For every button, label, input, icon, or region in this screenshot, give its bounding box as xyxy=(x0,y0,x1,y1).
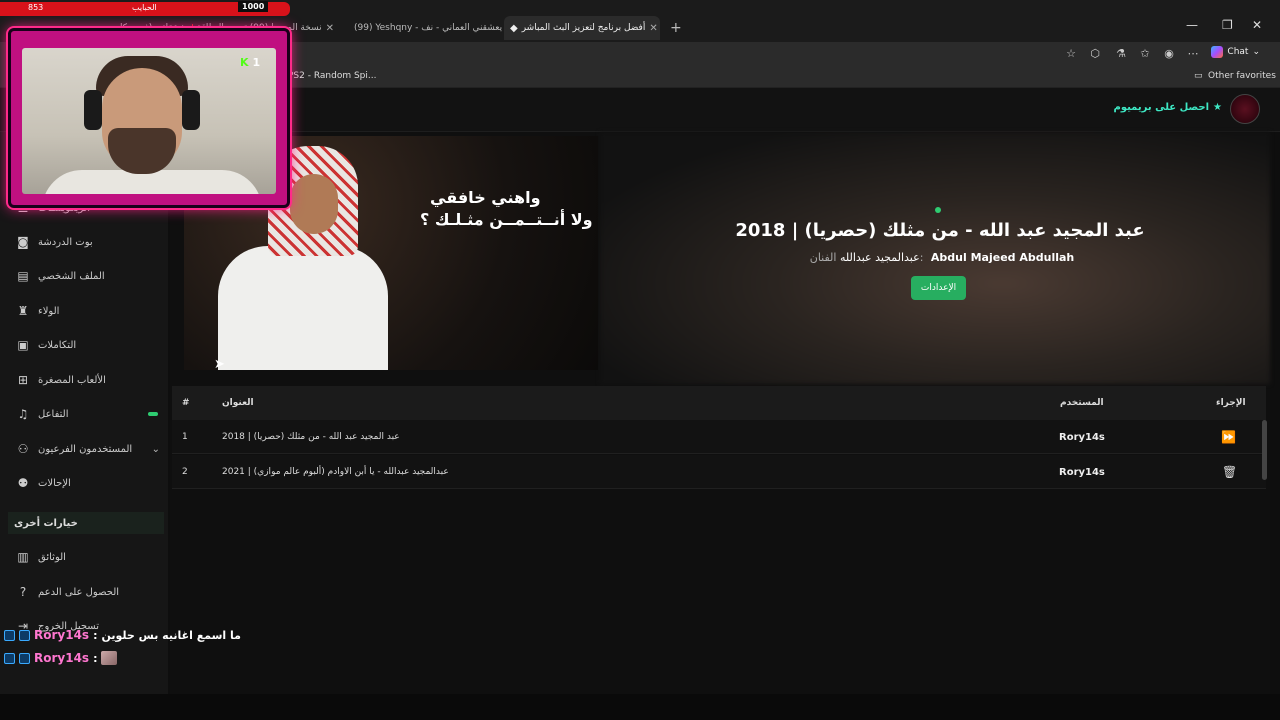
song-title: عبد المجيد عبد الله - من مثلك (حصريا) | … xyxy=(222,432,400,442)
sidebar-item-subusers[interactable]: ⚇ المستخدمون الفرعيون ⌄ xyxy=(0,435,168,463)
menu-icon[interactable]: ⋯ xyxy=(1186,47,1200,61)
col-action: الإجراء xyxy=(1216,398,1246,408)
sidebar-item-minigames[interactable]: ⊞ الألعاب المصغرة xyxy=(0,366,168,394)
browser-tab-active[interactable]: ◆ أفضل برنامج لتعزيز البث المباشر ✕ xyxy=(504,16,660,40)
bookmark-item[interactable]: PS2 - Random Spi... xyxy=(288,71,376,81)
extension-icon[interactable]: ⬡ xyxy=(1088,47,1102,61)
album-art-text: ولا أنــتــمــن مثـلـك ؟ xyxy=(420,210,593,229)
chat-message: Rory14s : ما اسمع اغانيه بس حلوين xyxy=(4,626,241,644)
kick-badge-icon xyxy=(4,652,15,664)
stream-goal-bar: 853 الحبايب 1000 xyxy=(0,1,290,16)
chevron-down-icon: ⌄ xyxy=(151,443,160,455)
puzzle-icon: ▣ xyxy=(17,338,29,352)
star-icon: ★ xyxy=(1213,102,1222,113)
kick-icon: K xyxy=(240,56,249,69)
music-icon: ♫ xyxy=(17,407,29,421)
sidebar-item-loyalty[interactable]: ♜ الولاء xyxy=(0,297,168,325)
webcam-feed xyxy=(22,48,276,194)
audio-icon[interactable]: ◆ xyxy=(510,23,518,34)
sidebar-item-referrals[interactable]: ⚉ الإحالات xyxy=(0,469,168,497)
kick-badge-icon xyxy=(4,629,15,641)
gamepad-icon: ⊞ xyxy=(17,373,29,387)
close-tab-icon[interactable]: ✕ xyxy=(326,23,334,34)
play-next-icon[interactable]: ⏩ xyxy=(1221,420,1236,454)
sidebar-item-support[interactable]: ? الحصول على الدعم xyxy=(0,578,168,606)
sidebar-section-other: خيارات أخرى xyxy=(8,512,164,534)
song-user: Rory14s xyxy=(1059,466,1105,478)
users-icon: ⚇ xyxy=(17,442,29,456)
trophy-icon: ♜ xyxy=(17,304,29,318)
col-user: المستخدم xyxy=(1060,398,1104,408)
browser-tab[interactable]: (99) Yeshqny - يعشقني العماني - نف ✕ xyxy=(344,16,502,40)
scrollbar[interactable] xyxy=(1262,420,1267,480)
now-playing-artist: عبدالمجيد عبدالله الفنان: Abdul Majeed A… xyxy=(809,251,1075,264)
emote-image xyxy=(101,651,118,665)
folder-icon: ▭ xyxy=(1194,71,1203,81)
chevron-down-icon: ⌄ xyxy=(1252,47,1260,57)
star-icon[interactable]: ☆ xyxy=(1064,47,1078,61)
sidebar-item-profile[interactable]: ▤ الملف الشخصي xyxy=(0,262,168,290)
extension-icon[interactable]: ⚗ xyxy=(1114,47,1128,61)
copilot-icon xyxy=(1211,46,1224,58)
avatar[interactable] xyxy=(1230,94,1260,124)
favorites-icon[interactable]: ✩ xyxy=(1138,47,1152,61)
col-number: # xyxy=(182,398,190,408)
kick-viewer-count: K1 xyxy=(240,56,261,69)
sidebar: ☰ الريكويستات ◙ بوت الدردشة ▤ الملف الشخصي … xyxy=(0,132,168,694)
table-row: 2 عبدالمجيد عبدالله - يا أبن الاوادم (أل… xyxy=(172,455,1266,489)
sidebar-item-chatbot[interactable]: ◙ بوت الدردشة xyxy=(0,228,168,256)
sub-badge-icon xyxy=(19,629,30,641)
now-playing-title: عبد المجيد عبد الله - من مثلك (حصريا) | … xyxy=(735,220,1145,241)
new-badge xyxy=(148,412,158,416)
sidebar-item-docs[interactable]: ▥ الوثائق xyxy=(0,543,168,571)
table-row: 1 عبد المجيد عبد الله - من مثلك (حصريا) … xyxy=(172,420,1266,454)
settings-button[interactable]: الإعدادات xyxy=(911,276,966,300)
new-tab-button[interactable]: + xyxy=(664,16,684,40)
song-user: Rory14s xyxy=(1059,431,1105,443)
other-favorites[interactable]: Other favorites xyxy=(1208,71,1276,81)
profile-icon[interactable]: ◉ xyxy=(1162,47,1176,61)
trash-icon[interactable]: 🗑 xyxy=(1222,455,1237,489)
minimize-icon[interactable]: — xyxy=(1186,18,1198,32)
chat-message: Rory14s : xyxy=(4,649,118,667)
docs-icon: ▥ xyxy=(17,550,29,564)
col-title: العنوان xyxy=(222,398,254,408)
bottom-strip xyxy=(0,694,1280,720)
maximize-icon[interactable]: ❐ xyxy=(1222,18,1233,32)
copilot-chat-button[interactable]: Chat ⌄ xyxy=(1211,46,1260,58)
id-card-icon: ▤ xyxy=(17,269,29,283)
sub-badge-icon xyxy=(19,652,30,664)
close-tab-icon[interactable]: ✕ xyxy=(649,23,657,34)
close-window-icon[interactable]: ✕ xyxy=(1252,18,1262,32)
sidebar-item-integrations[interactable]: ▣ التكاملات xyxy=(0,331,168,359)
table-header: # العنوان المستخدم الإجراء xyxy=(172,386,1266,420)
referral-icon: ⚉ xyxy=(17,476,29,490)
album-art-text: واهني خافقي xyxy=(430,188,541,207)
cursor-icon: ➤ xyxy=(214,357,225,372)
sidebar-item-interaction[interactable]: ♫ التفاعل xyxy=(0,400,168,428)
premium-link[interactable]: احصل على بريميوم ★ xyxy=(1114,102,1223,113)
robot-icon: ◙ xyxy=(17,235,29,249)
song-title: عبدالمجيد عبدالله - يا أبن الاوادم (ألبو… xyxy=(222,467,449,477)
help-icon: ? xyxy=(19,585,27,599)
live-dot xyxy=(935,207,941,213)
